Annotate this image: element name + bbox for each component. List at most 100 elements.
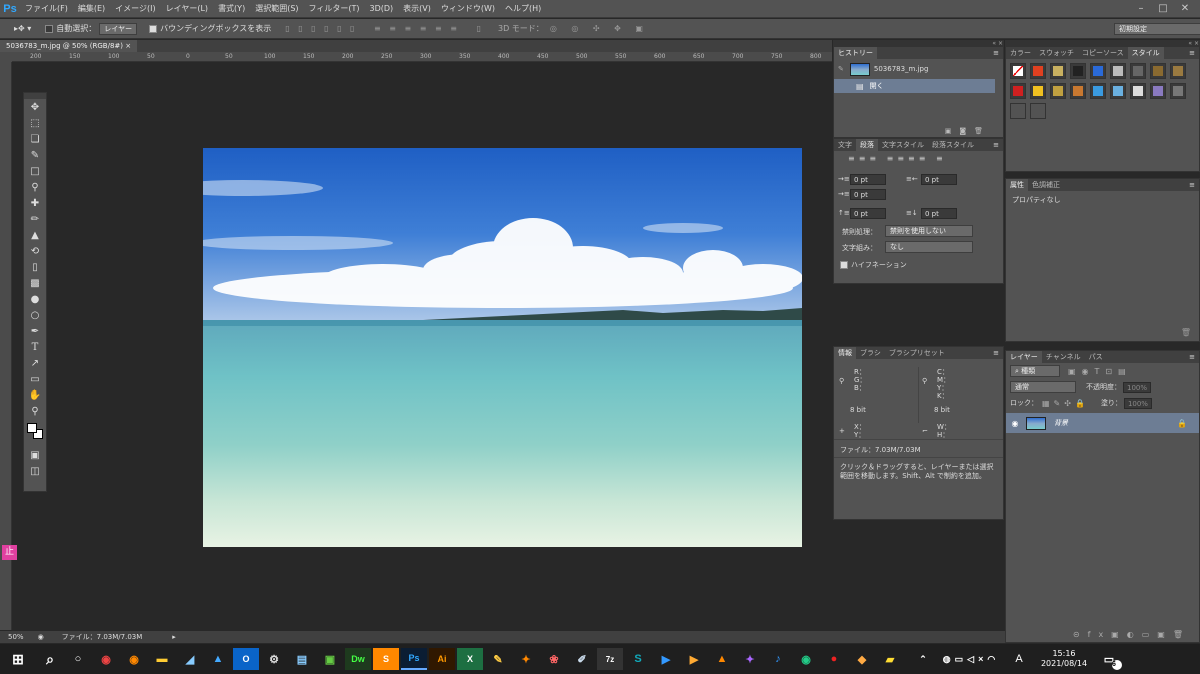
opacity-field[interactable]: 100% — [1123, 381, 1151, 393]
skype-icon[interactable]: S — [625, 648, 651, 670]
panel-tab[interactable]: カラー — [1006, 47, 1035, 59]
type-tool-icon[interactable]: T — [24, 339, 46, 355]
style-swatch[interactable] — [1010, 63, 1026, 79]
chrome-icon[interactable]: ◉ — [93, 648, 119, 670]
photoshop-logo[interactable]: Ps — [0, 0, 20, 18]
ime-indicator[interactable]: A — [1006, 648, 1032, 670]
menu-item[interactable]: 選択範囲(S) — [250, 0, 303, 18]
eyedropper-tool-icon[interactable]: ⚲ — [24, 179, 46, 195]
app-icon-9[interactable]: ◉ — [793, 648, 819, 670]
media-icon[interactable]: ▶ — [681, 648, 707, 670]
record-icon[interactable]: ● — [821, 648, 847, 670]
foreground-color-icon[interactable] — [27, 423, 37, 433]
panel-tab[interactable]: コピーソース — [1078, 47, 1128, 59]
style-swatch[interactable] — [1090, 83, 1106, 99]
panel-menu-icon[interactable]: ≡ — [993, 349, 1003, 357]
panel-tab[interactable]: 属性 — [1006, 179, 1028, 191]
tab-history[interactable]: ヒストリー — [834, 47, 877, 59]
status-menu-icon[interactable]: ◉ — [38, 633, 44, 641]
sticky-notes-icon[interactable]: ▰ — [877, 648, 903, 670]
paragraph-align-buttons[interactable]: ≡≡≡ ≡≡≡≡ ≡ — [834, 151, 1003, 165]
settings-icon[interactable]: ⚙ — [261, 648, 287, 670]
style-swatch[interactable] — [1070, 83, 1086, 99]
layers-footer-icons[interactable]: ⊝fx▣◐▭▣🗑 — [1006, 630, 1199, 639]
app-icon-6[interactable]: ❀ — [541, 648, 567, 670]
dreamweaver-icon[interactable]: Dw — [345, 648, 371, 670]
document-tab[interactable]: 5036783_m.jpg @ 50% (RGB/8#) × — [0, 40, 138, 52]
style-swatch[interactable] — [1050, 83, 1066, 99]
photoshop-taskbar-icon[interactable]: Ps — [401, 648, 427, 670]
file-explorer-icon[interactable]: ▬ — [149, 648, 175, 670]
panel-tab[interactable]: スタイル — [1127, 47, 1164, 59]
history-state-open[interactable]: ▤ 開く — [834, 79, 995, 93]
eraser-tool-icon[interactable]: ▯ — [24, 259, 46, 275]
panel-menu-icon[interactable]: ≡ — [993, 141, 1003, 149]
style-swatch[interactable] — [1010, 83, 1026, 99]
sublime-icon[interactable]: S — [373, 648, 399, 670]
properties-trash-icon[interactable]: 🗑 — [1181, 328, 1191, 337]
minimize-icon[interactable]: – — [1130, 0, 1152, 18]
clock[interactable]: 15:16 2021/08/14 — [1033, 649, 1095, 669]
layer-row-background[interactable]: ◉ 背景 🔒 — [1006, 413, 1199, 433]
zoom-icon[interactable]: ▶ — [653, 648, 679, 670]
dodge-tool-icon[interactable]: ○ — [24, 307, 46, 323]
kinsoku-dropdown[interactable]: 禁則を使用しない — [885, 225, 973, 237]
marquee-tool-icon[interactable]: ⬚ — [24, 115, 46, 131]
notification-icon[interactable]: ▭ 6 — [1096, 648, 1122, 670]
pen-tool-icon[interactable]: ✒ — [24, 323, 46, 339]
space-after-field[interactable]: 0 pt — [921, 208, 957, 219]
screen-mode-icon[interactable]: ◫ — [24, 463, 46, 479]
panel-tab[interactable]: ブラシ — [856, 347, 885, 359]
panel-menu-icon[interactable]: ≡ — [1189, 353, 1199, 361]
indent-left-field[interactable]: 0 pt — [850, 174, 886, 185]
menu-item[interactable]: 編集(E) — [73, 0, 110, 18]
menu-item[interactable]: ヘルプ(H) — [500, 0, 546, 18]
menu-item[interactable]: 書式(Y) — [213, 0, 250, 18]
tray-chevron-icon[interactable]: ⌃ — [910, 648, 936, 670]
fill-field[interactable]: 100% — [1123, 397, 1152, 409]
panel-tab[interactable]: 情報 — [834, 347, 856, 359]
bbox-checkbox[interactable]: バウンディングボックスを表示 — [149, 23, 271, 34]
panel-tab[interactable]: レイヤー — [1006, 351, 1042, 363]
move-tool-icon[interactable]: ✥ — [24, 99, 46, 115]
layer-filter-dropdown[interactable]: ⌕ 種類 — [1010, 365, 1060, 377]
brush-source-icon[interactable]: ✎ — [838, 65, 844, 73]
7zip-icon[interactable]: 7z — [597, 648, 623, 670]
app-icon-3[interactable]: ▣ — [317, 648, 343, 670]
quick-select-tool-icon[interactable]: ✎ — [24, 147, 46, 163]
panel-tab[interactable]: 文字スタイル — [878, 139, 928, 151]
3d-mode-icons[interactable]: ◎ ◎ ✣ ✥ ▣ — [550, 24, 649, 33]
healing-brush-tool-icon[interactable]: ✚ — [24, 195, 46, 211]
panel-tab[interactable]: チャンネル — [1042, 351, 1085, 363]
status-arrow-icon[interactable]: ▸ — [172, 633, 176, 641]
lock-icons[interactable]: ▦✎✣🔒 — [1042, 399, 1089, 408]
document-canvas[interactable] — [203, 148, 802, 547]
align-buttons[interactable]: ▯ ▯ ▯ ▯ ▯ ▯ ≡ ≡ ≡ ≡ ≡ ≡ ▯ — [285, 24, 484, 33]
brush-tool-icon[interactable]: ✏ — [24, 211, 46, 227]
path-select-tool-icon[interactable]: ↗ — [24, 355, 46, 371]
stamp-tool-icon[interactable]: ▲ — [24, 227, 46, 243]
move-tool-preset[interactable]: ▸✥ ▾ — [14, 24, 31, 33]
menu-item[interactable]: レイヤー(L) — [161, 0, 213, 18]
indent-right-field[interactable]: 0 pt — [921, 174, 957, 185]
menu-item[interactable]: 表示(V) — [398, 0, 436, 18]
panel-menu-icon[interactable]: ≡ — [1189, 181, 1199, 189]
start-button-icon[interactable]: ⊞ — [1, 648, 35, 670]
panel-tab[interactable]: 色調補正 — [1028, 179, 1064, 191]
outlook-icon[interactable]: O — [233, 648, 259, 670]
tray-icons[interactable]: ◍▭◁×◠ — [938, 648, 1004, 670]
app-icon-7[interactable]: ✐ — [569, 648, 595, 670]
illustrator-icon[interactable]: Ai — [429, 648, 455, 670]
menu-item[interactable]: ファイル(F) — [20, 0, 73, 18]
style-swatch[interactable] — [1130, 63, 1146, 79]
style-swatch[interactable] — [1170, 83, 1186, 99]
history-footer-icons[interactable]: ▣◙🗑 — [834, 127, 1003, 137]
style-swatch[interactable] — [1170, 63, 1186, 79]
mojikumi-dropdown[interactable]: なし — [885, 241, 973, 253]
panel-tab[interactable]: パス — [1085, 351, 1107, 363]
excel-icon[interactable]: X — [457, 648, 483, 670]
close-icon[interactable]: ✕ — [1174, 0, 1196, 18]
filter-icons[interactable]: ▣◉T⊡▤ — [1068, 367, 1132, 376]
indent-first-field[interactable]: 0 pt — [850, 189, 886, 200]
style-swatch[interactable] — [1070, 63, 1086, 79]
